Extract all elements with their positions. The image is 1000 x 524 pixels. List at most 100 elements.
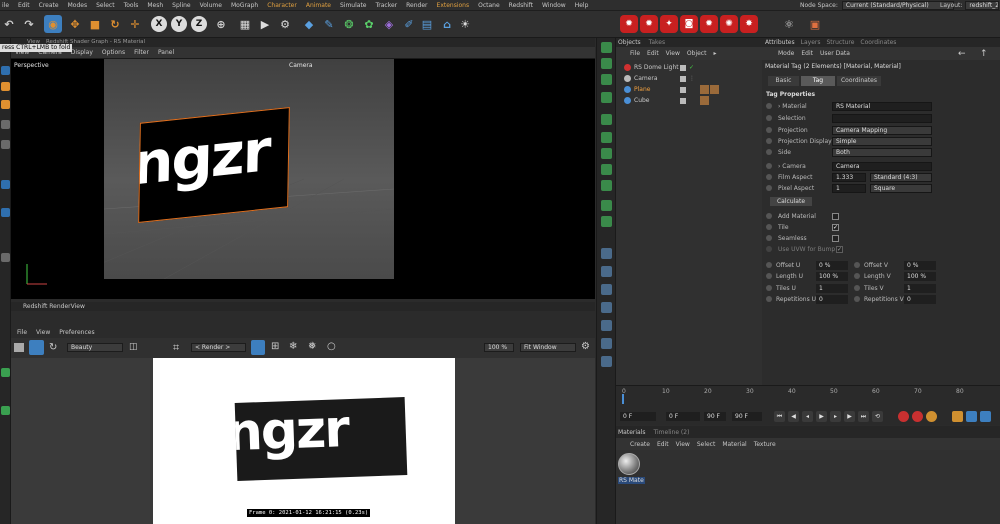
aov-select[interactable]: Beauty [67, 343, 123, 352]
keyframe-dot[interactable] [766, 138, 772, 144]
rs-renderview-icon[interactable]: ▣ [806, 15, 824, 33]
layout-select[interactable]: redshift_2 [965, 1, 1000, 10]
menu-volume[interactable]: Volume [200, 2, 222, 9]
workplane-icon[interactable] [1, 253, 10, 262]
polygons-mode-icon[interactable] [1, 140, 10, 149]
pixel-aspect-input[interactable]: 1 [832, 183, 866, 193]
smooth-icon[interactable] [601, 180, 612, 191]
calculate-button[interactable]: Calculate [770, 197, 812, 206]
length-v-input[interactable]: 100 % [904, 271, 936, 281]
keyframe-dot[interactable] [854, 262, 860, 268]
stats-icon[interactable] [1, 368, 10, 377]
subtab-tag[interactable]: Tag [801, 76, 835, 86]
film-icon[interactable] [14, 343, 24, 352]
knife-icon[interactable] [601, 58, 612, 69]
keyframe-dot[interactable] [766, 163, 772, 169]
end-frame-input[interactable]: 90 F [704, 412, 726, 421]
keyframe-dot[interactable] [766, 174, 772, 180]
keyframe-dot[interactable] [766, 262, 772, 268]
material-name[interactable]: RS Mate [618, 477, 645, 484]
keyframe-dot[interactable] [766, 285, 772, 291]
keyframe-dot[interactable] [766, 185, 772, 191]
record-icon[interactable] [898, 411, 909, 422]
repetitions-v-input[interactable]: 0 [904, 294, 936, 304]
tab-structure[interactable]: Structure [826, 39, 854, 46]
menu-redshift[interactable]: Redshift [509, 2, 533, 9]
camera-link-field[interactable]: Camera [832, 161, 932, 171]
circle-icon[interactable]: ○ [327, 341, 336, 352]
floor-icon[interactable]: ▤ [418, 15, 436, 33]
tab-layers[interactable]: Layers [801, 39, 821, 46]
visibility-toggle[interactable] [680, 64, 686, 71]
list-item[interactable]: Cube [616, 95, 762, 106]
3d-viewport[interactable]: Perspective Camera ngzr [11, 59, 595, 299]
menu-animate[interactable]: Animate [306, 2, 331, 9]
prev-key-icon[interactable]: ◀ [788, 411, 799, 422]
snowflake-icon[interactable]: ❄ [289, 341, 297, 352]
transform-tool-icon[interactable]: ✛ [126, 15, 144, 33]
add-material-checkbox[interactable] [832, 212, 839, 220]
keyframe-dot[interactable] [766, 115, 772, 121]
projection-display-select[interactable]: Simple [832, 136, 932, 146]
mat-menu-edit[interactable]: Edit [657, 441, 669, 448]
material-link-field[interactable]: RS Material [832, 101, 932, 111]
bridge-icon[interactable] [601, 92, 612, 103]
list-item[interactable]: Camera ⋮ [616, 73, 762, 84]
menu-simulate[interactable]: Simulate [340, 2, 367, 9]
menu-tools[interactable]: Tools [124, 2, 139, 9]
attr-menu-edit[interactable]: Edit [801, 50, 813, 57]
menu-edit[interactable]: Edit [18, 2, 30, 9]
keyframe-selection-icon[interactable] [926, 411, 937, 422]
keyframe-dot[interactable] [854, 285, 860, 291]
lock-icon[interactable] [251, 340, 265, 355]
prev-frame-icon[interactable]: ◂ [802, 411, 813, 422]
model-mode-icon[interactable] [1, 66, 10, 75]
uv-icon-1[interactable] [601, 248, 612, 259]
use-uvw-checkbox[interactable]: ✓ [836, 245, 843, 253]
go-start-icon[interactable]: ⏮ [774, 411, 785, 422]
vp-menu-display[interactable]: Display [71, 49, 93, 56]
magnet-icon[interactable] [601, 148, 612, 159]
cloner-icon[interactable]: ✿ [360, 15, 378, 33]
vp-menu-panel[interactable]: Panel [158, 49, 174, 56]
obj-menu-object[interactable]: Object [687, 50, 707, 57]
render-settings-icon[interactable]: ⚙ [276, 15, 294, 33]
menu-mesh[interactable]: Mesh [147, 2, 163, 9]
keyframe-dot[interactable] [766, 235, 772, 241]
keyframe-dot[interactable] [766, 296, 772, 302]
coord-system-icon[interactable]: ⊕ [212, 15, 230, 33]
snap-icon[interactable] [1, 208, 10, 217]
keyframe-dot[interactable] [854, 296, 860, 302]
y-axis-icon[interactable]: Y [171, 16, 187, 32]
menu-tracker[interactable]: Tracker [376, 2, 398, 9]
pin-icon[interactable]: ⊞ [271, 341, 279, 352]
obj-menu-file[interactable]: File [630, 50, 640, 57]
tab-materials[interactable]: Materials [618, 429, 646, 436]
loop-icon[interactable]: ⟲ [872, 411, 883, 422]
length-u-input[interactable]: 100 % [816, 271, 848, 281]
scale-tool-icon[interactable]: ■ [86, 15, 104, 33]
mat-menu-view[interactable]: View [676, 441, 690, 448]
menu-file[interactable]: ile [2, 2, 9, 9]
offset-u-input[interactable]: 0 % [816, 260, 848, 270]
tab-objects[interactable]: Objects [618, 39, 641, 46]
loop-icon[interactable] [601, 114, 612, 125]
tab-timeline[interactable]: Timeline (2) [654, 429, 690, 436]
side-select[interactable]: Both [832, 147, 932, 157]
keyframe-dot[interactable] [766, 246, 772, 252]
freeze-icon[interactable]: ❅ [308, 341, 316, 352]
material-tag-icon[interactable] [710, 85, 719, 94]
keyframe-dot[interactable] [766, 127, 772, 133]
light-icon[interactable]: ☀ [456, 15, 474, 33]
menu-window[interactable]: Window [542, 2, 566, 9]
crop-icon[interactable]: ⌗ [173, 341, 179, 355]
mat-menu-select[interactable]: Select [697, 441, 716, 448]
menu-spline[interactable]: Spline [172, 2, 190, 9]
tiles-u-input[interactable]: 1 [816, 283, 848, 293]
extrude-icon[interactable] [601, 42, 612, 53]
subtab-coordinates[interactable]: Coordinates [837, 76, 881, 86]
refresh-icon[interactable]: ↻ [49, 342, 57, 353]
rs-environment-icon[interactable]: ✺ [720, 15, 738, 33]
iron-icon[interactable] [601, 200, 612, 211]
mat-menu-material[interactable]: Material [722, 441, 746, 448]
